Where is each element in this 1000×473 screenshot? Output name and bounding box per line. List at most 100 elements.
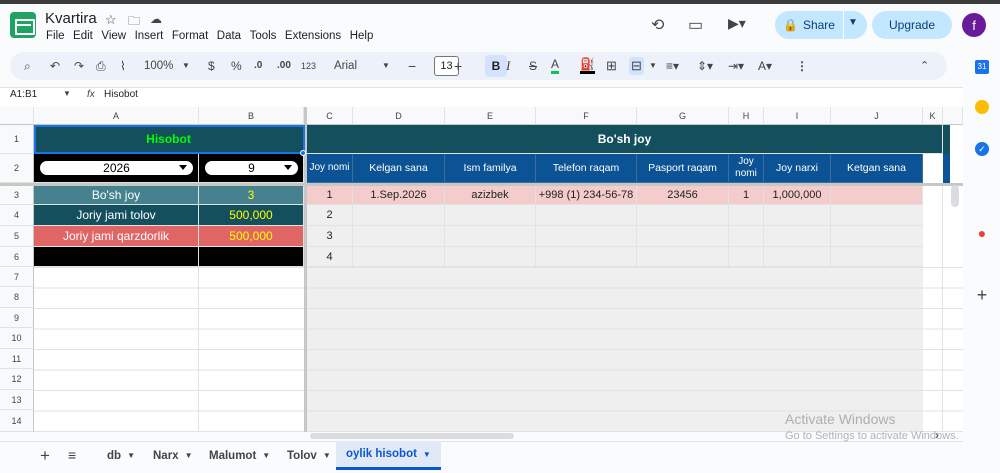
jami-tolov-value[interactable]: 500,000 bbox=[199, 205, 304, 226]
row-header[interactable]: 14 bbox=[0, 410, 34, 432]
row-header[interactable]: 2 bbox=[0, 154, 34, 183]
tab-dropdown-icon[interactable]: ▼ bbox=[262, 451, 270, 460]
keep-icon[interactable] bbox=[975, 100, 989, 114]
jami-tolov-label[interactable]: Joriy jami tolov bbox=[34, 205, 199, 226]
print-icon[interactable]: ⎙ bbox=[96, 57, 106, 75]
menu-tools[interactable]: Tools bbox=[250, 30, 277, 42]
all-sheets-icon[interactable]: ≡ bbox=[68, 447, 76, 463]
tab-dropdown-icon[interactable]: ▼ bbox=[127, 451, 135, 460]
account-avatar[interactable]: f bbox=[962, 13, 986, 37]
merge-cells-icon[interactable]: ⊟ bbox=[629, 57, 644, 75]
header-joy-nomi-2[interactable]: Joy nomi bbox=[729, 154, 764, 183]
header-ketgan-sana[interactable]: Ketgan sana bbox=[831, 154, 923, 183]
column-header[interactable]: E bbox=[445, 107, 536, 125]
sheets-logo-icon[interactable] bbox=[10, 12, 36, 38]
table-cell[interactable]: 1.Sep.2026 bbox=[353, 186, 445, 205]
tab-dropdown-icon[interactable]: ▼ bbox=[323, 451, 331, 460]
add-addon-icon[interactable]: + bbox=[975, 286, 989, 304]
menu-data[interactable]: Data bbox=[217, 30, 241, 42]
bold-button[interactable]: B bbox=[485, 55, 507, 77]
row-header[interactable]: 4 bbox=[0, 205, 34, 226]
year-cell[interactable]: 2026 bbox=[34, 154, 199, 183]
menu-insert[interactable]: Insert bbox=[135, 30, 164, 42]
font-select[interactable]: Arial bbox=[334, 57, 357, 75]
sheet-tab-malumot[interactable]: Malumot ▼ bbox=[209, 441, 270, 470]
column-header[interactable]: K bbox=[923, 107, 943, 125]
month-cell[interactable]: 9 bbox=[199, 154, 304, 183]
tab-dropdown-icon[interactable]: ▼ bbox=[185, 451, 193, 460]
table-cell[interactable]: 23456 bbox=[637, 186, 729, 205]
sheet-tab-narx[interactable]: Narx ▼ bbox=[153, 441, 193, 470]
bosh-joy-value[interactable]: 3 bbox=[199, 186, 304, 205]
cloud-status-icon[interactable]: ☁ bbox=[150, 12, 162, 26]
share-button[interactable]: 🔒 Share ▼ bbox=[775, 11, 867, 39]
menu-edit[interactable]: Edit bbox=[73, 30, 93, 42]
more-options-icon[interactable]: ⋮ bbox=[796, 57, 808, 75]
menu-format[interactable]: Format bbox=[172, 30, 208, 42]
jami-qarzdorlik-value[interactable]: 500,000 bbox=[199, 226, 304, 247]
bosh-joy-label[interactable]: Bo'sh joy bbox=[34, 186, 199, 205]
row-header[interactable]: 11 bbox=[0, 349, 34, 369]
text-wrap-icon[interactable]: ⇥▾ bbox=[728, 57, 744, 75]
vertical-align-icon[interactable]: ⇕▾ bbox=[697, 57, 713, 75]
increase-decimal-button[interactable]: .00 bbox=[277, 57, 291, 75]
row-header[interactable]: 8 bbox=[0, 287, 34, 308]
column-header[interactable]: H bbox=[729, 107, 764, 125]
month-dropdown[interactable]: 9 bbox=[205, 161, 298, 175]
search-menus-icon[interactable]: ⌕ bbox=[24, 57, 31, 75]
font-size-increase-icon[interactable]: + bbox=[454, 57, 462, 75]
italic-button[interactable]: I bbox=[506, 57, 510, 75]
table-cell[interactable]: 3 bbox=[307, 226, 353, 247]
hisobot-title[interactable]: Hisobot bbox=[34, 125, 304, 154]
undo-icon[interactable]: ↶ bbox=[50, 57, 60, 75]
redo-icon[interactable]: ↷ bbox=[74, 57, 84, 75]
decrease-decimal-button[interactable]: .0 bbox=[254, 57, 262, 75]
row-header[interactable]: 12 bbox=[0, 369, 34, 390]
header-joy-narxi[interactable]: Joy narxi bbox=[764, 154, 831, 183]
more-formats-button[interactable]: 123 bbox=[301, 57, 316, 75]
header-telefon-raqam[interactable]: Telefon raqam bbox=[536, 154, 637, 183]
table-cell[interactable]: 1 bbox=[307, 186, 353, 205]
calendar-icon[interactable]: 31 bbox=[975, 60, 989, 74]
frozen-row-divider[interactable] bbox=[0, 183, 963, 186]
zoom-dropdown-icon[interactable]: ▼ bbox=[182, 57, 190, 75]
font-dropdown-icon[interactable]: ▼ bbox=[382, 57, 390, 75]
fill-color-icon[interactable]: ⛽ bbox=[580, 57, 595, 74]
black-cell[interactable] bbox=[199, 247, 304, 267]
scroll-sheets-icon[interactable]: › bbox=[935, 428, 939, 442]
paint-format-icon[interactable]: ⌇ bbox=[120, 57, 126, 75]
table-cell[interactable]: 1 bbox=[729, 186, 764, 205]
star-icon[interactable]: ☆ bbox=[105, 12, 117, 28]
vertical-scrollbar[interactable] bbox=[951, 185, 959, 207]
menu-file[interactable]: File bbox=[46, 30, 65, 42]
column-header[interactable]: A bbox=[34, 107, 199, 125]
strikethrough-button[interactable]: S bbox=[529, 57, 537, 75]
table-cell[interactable]: azizbek bbox=[445, 186, 536, 205]
column-header[interactable]: D bbox=[353, 107, 445, 125]
row-header[interactable]: 7 bbox=[0, 267, 34, 287]
row-header[interactable]: 10 bbox=[0, 328, 34, 349]
comments-icon[interactable]: ▭ bbox=[688, 15, 703, 35]
maps-icon[interactable]: ● bbox=[975, 225, 989, 241]
row-header[interactable]: 13 bbox=[0, 390, 34, 410]
row-header[interactable]: 3 bbox=[0, 186, 34, 205]
table-cell[interactable]: +998 (1) 234-56-78 bbox=[536, 186, 637, 205]
font-size-decrease-icon[interactable]: − bbox=[408, 57, 416, 75]
share-dropdown-icon[interactable]: ▼ bbox=[848, 17, 858, 28]
header-kelgan-sana[interactable]: Kelgan sana bbox=[353, 154, 445, 183]
header-joy-nomi[interactable]: Joy nomi bbox=[307, 154, 353, 183]
name-box-dropdown-icon[interactable]: ▼ bbox=[63, 89, 71, 98]
menu-view[interactable]: View bbox=[101, 30, 126, 42]
sheet-tab-tolov[interactable]: Tolov ▼ bbox=[287, 441, 331, 470]
table-cell[interactable]: 2 bbox=[307, 205, 353, 226]
menu-help[interactable]: Help bbox=[350, 30, 374, 42]
sheet-tab-db[interactable]: db ▼ bbox=[107, 441, 135, 470]
bosh-joy-title[interactable]: Bo'sh joy bbox=[307, 125, 943, 154]
column-header[interactable]: B bbox=[199, 107, 304, 125]
column-header[interactable]: F bbox=[536, 107, 637, 125]
row-header[interactable]: 9 bbox=[0, 308, 34, 328]
column-header[interactable]: C bbox=[307, 107, 353, 125]
document-title[interactable]: Kvartira bbox=[45, 10, 97, 27]
header-ism-familya[interactable]: Ism familya bbox=[445, 154, 536, 183]
table-cell[interactable] bbox=[831, 186, 923, 205]
